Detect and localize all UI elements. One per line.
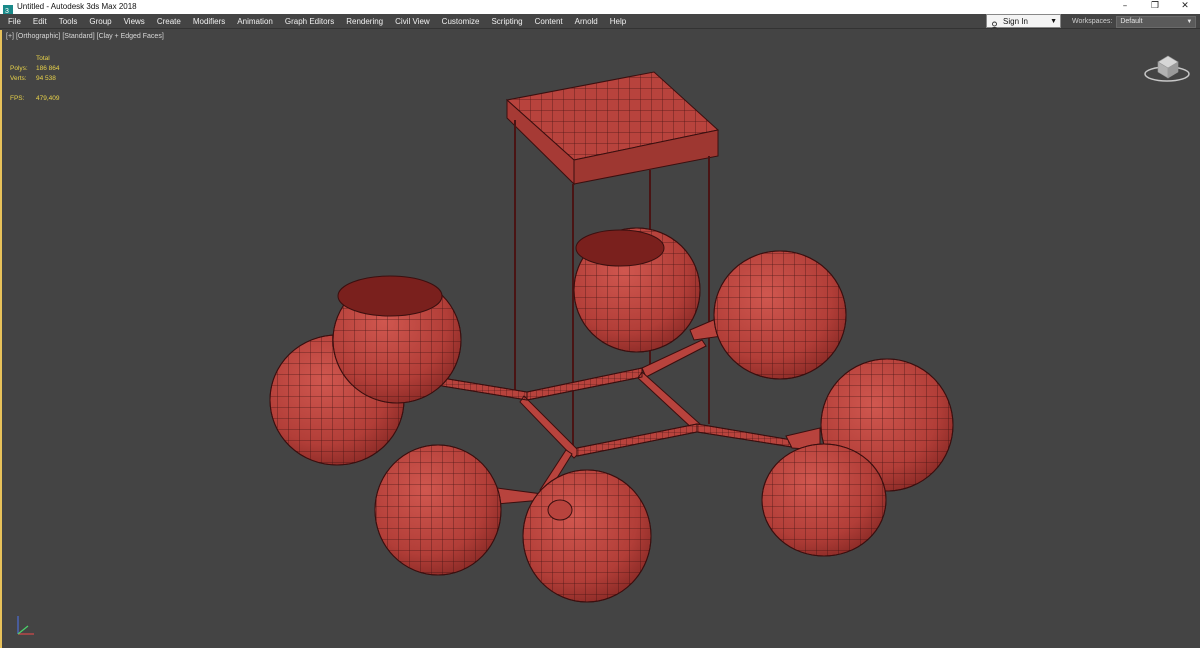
chevron-down-icon: ▼ xyxy=(1186,18,1193,25)
menu-content[interactable]: Content xyxy=(529,14,569,29)
axis-tripod-icon xyxy=(12,610,42,640)
ceiling-canopy xyxy=(505,71,720,186)
workspaces-selector: Workspaces: Default ▼ xyxy=(1072,14,1197,29)
menu-scripting[interactable]: Scripting xyxy=(485,14,528,29)
close-button[interactable]: ✕ xyxy=(1170,0,1200,14)
menu-help[interactable]: Help xyxy=(604,14,632,29)
restore-button[interactable]: ❐ xyxy=(1140,0,1170,14)
menu-modifiers[interactable]: Modifiers xyxy=(187,14,231,29)
menu-customize[interactable]: Customize xyxy=(436,14,486,29)
menu-group[interactable]: Group xyxy=(83,14,117,29)
app-window: 3 Untitled - Autodesk 3ds Max 2018 – ❐ ✕… xyxy=(0,0,1200,648)
sign-in-dropdown[interactable]: Sign In ▼ xyxy=(986,14,1061,30)
workspaces-label: Workspaces: xyxy=(1072,18,1113,25)
menu-edit[interactable]: Edit xyxy=(27,14,53,29)
orthographic-viewport[interactable]: [+] [Orthographic] [Standard] [Clay + Edged… xyxy=(0,30,1200,648)
user-icon xyxy=(990,17,999,30)
menu-tools[interactable]: Tools xyxy=(53,14,84,29)
menu-graph-editors[interactable]: Graph Editors xyxy=(279,14,340,29)
title-bar: 3 Untitled - Autodesk 3ds Max 2018 – ❐ ✕ xyxy=(0,0,1200,15)
chevron-down-icon: ▼ xyxy=(1050,17,1057,25)
menu-file[interactable]: File xyxy=(0,14,27,29)
window-title: Untitled - Autodesk 3ds Max 2018 xyxy=(17,2,137,11)
menu-create[interactable]: Create xyxy=(151,14,187,29)
menu-arnold[interactable]: Arnold xyxy=(569,14,604,29)
3dsmax-logo-icon: 3 xyxy=(3,2,13,15)
sign-in-label: Sign In xyxy=(1003,16,1028,26)
viewcube-icon[interactable] xyxy=(1142,50,1192,86)
menu-animation[interactable]: Animation xyxy=(231,14,279,29)
menu-civil-view[interactable]: Civil View xyxy=(389,14,436,29)
workspaces-dropdown[interactable]: Default ▼ xyxy=(1116,15,1197,28)
workspaces-value: Default xyxy=(1120,18,1143,25)
glass-shades xyxy=(269,227,954,603)
chandelier-model[interactable] xyxy=(2,30,1200,648)
menu-rendering[interactable]: Rendering xyxy=(340,14,389,29)
menu-views[interactable]: Views xyxy=(118,14,151,29)
minimize-button[interactable]: – xyxy=(1110,0,1140,14)
